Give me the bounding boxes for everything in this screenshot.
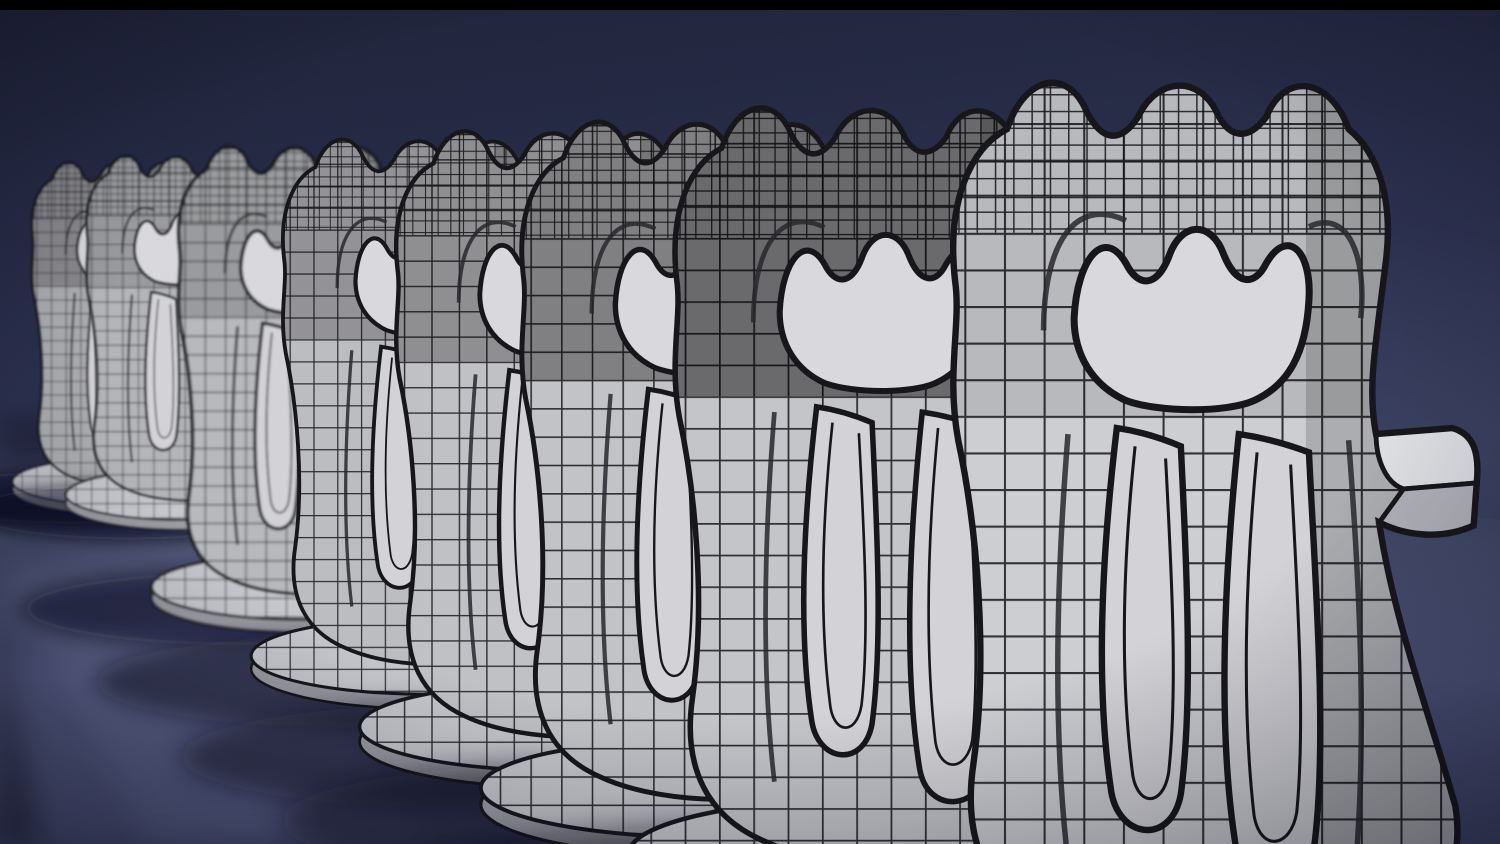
render-viewport	[0, 0, 1500, 844]
letterbox-bar	[0, 0, 1500, 10]
vignette-overlay	[0, 0, 1500, 844]
render-canvas	[0, 0, 1500, 844]
